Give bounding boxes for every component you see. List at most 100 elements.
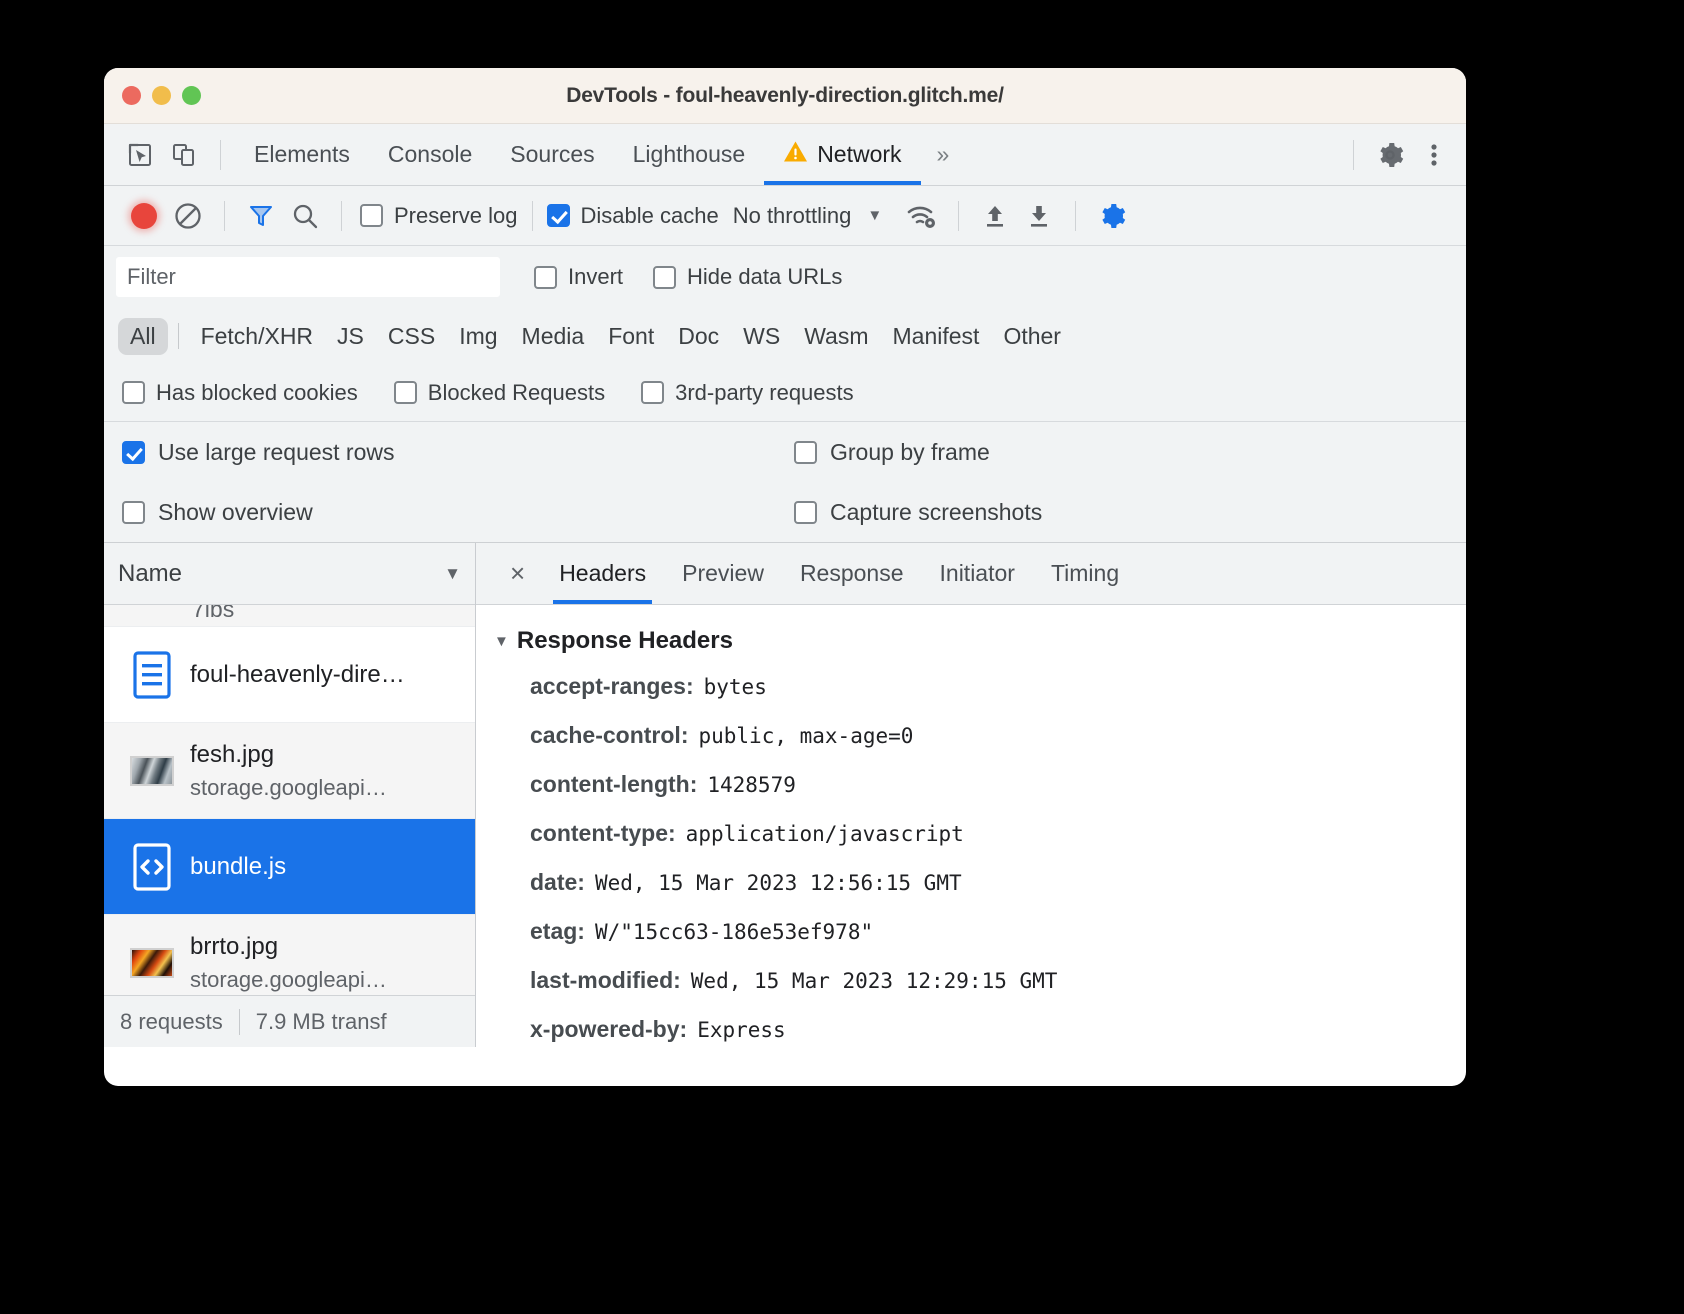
- toolbar-divider-3: [531, 200, 533, 231]
- disable-cache-checkbox[interactable]: Disable cache: [546, 203, 719, 229]
- header-value: Wed, 15 Mar 2023 12:29:15 GMT: [690, 969, 1058, 993]
- hide-data-urls-checkbox[interactable]: Hide data URLs: [653, 264, 842, 290]
- record-icon: [131, 202, 157, 229]
- inspect-element-icon[interactable]: [118, 133, 162, 177]
- header-name: etag:: [530, 918, 585, 944]
- capture-screenshots-checkbox[interactable]: Capture screenshots: [794, 499, 1466, 526]
- header-name: cache-control:: [530, 722, 689, 748]
- header-row-content-type: content-type: application/javascript: [494, 820, 1466, 847]
- triangle-down-icon[interactable]: ▼: [494, 633, 509, 650]
- wifi-settings-icon[interactable]: [900, 194, 944, 238]
- type-filter-other[interactable]: Other: [991, 318, 1073, 355]
- group-by-frame-box: [794, 440, 817, 464]
- header-row-cache-control: cache-control: public, max-age=0: [494, 722, 1466, 749]
- header-name: content-type:: [530, 820, 676, 846]
- upload-icon[interactable]: [973, 194, 1017, 238]
- tab-lighthouse[interactable]: Lighthouse: [614, 124, 765, 185]
- search-icon[interactable]: [283, 194, 327, 238]
- gear-icon[interactable]: [1368, 133, 1412, 177]
- header-value: public, max-age=0: [698, 724, 914, 748]
- capture-screenshots-box: [794, 500, 817, 524]
- request-row-brrto-jpg[interactable]: brrto.jpg storage.googleapi…: [104, 915, 475, 995]
- request-row-bundle-js[interactable]: bundle.js: [104, 819, 475, 915]
- type-filter-wasm[interactable]: Wasm: [792, 318, 880, 355]
- record-button[interactable]: [122, 194, 166, 238]
- network-status-bar: 8 requests 7.9 MB transf: [104, 995, 475, 1047]
- request-list[interactable]: 7lbs foul-heavenly-dire… fesh.jpg storag…: [104, 605, 475, 995]
- header-name: accept-ranges:: [530, 673, 694, 699]
- section-title-label: Response Headers: [516, 627, 733, 654]
- network-settings-gear-icon[interactable]: [1090, 194, 1134, 238]
- filter-icon[interactable]: [239, 194, 283, 238]
- request-list-column-header[interactable]: Name ▼: [104, 543, 475, 605]
- tab-network[interactable]: Network: [764, 124, 921, 185]
- type-filter-all[interactable]: All: [118, 317, 168, 355]
- thumbnail-fesh: [130, 755, 174, 786]
- blocked-requests-box: [393, 381, 417, 404]
- status-divider: [238, 1008, 240, 1035]
- tab-headers[interactable]: Headers: [541, 543, 664, 604]
- request-row-document[interactable]: foul-heavenly-dire…: [104, 627, 475, 723]
- script-icon: [126, 842, 178, 891]
- tab-response[interactable]: Response: [782, 543, 922, 604]
- close-icon[interactable]: ×: [494, 558, 541, 589]
- header-value: W/"15cc63-186e53ef978": [594, 920, 874, 944]
- type-filter-font[interactable]: Font: [596, 318, 666, 355]
- status-transferred: 7.9 MB transf: [255, 1008, 387, 1034]
- show-overview-checkbox[interactable]: Show overview: [122, 499, 794, 526]
- request-row-partial[interactable]: 7lbs: [104, 605, 475, 627]
- header-value: 1428579: [707, 773, 796, 797]
- request-row-fesh-jpg[interactable]: fesh.jpg storage.googleapi…: [104, 723, 475, 819]
- third-party-requests-checkbox[interactable]: 3rd-party requests: [641, 380, 854, 406]
- type-filter-css[interactable]: CSS: [376, 318, 447, 355]
- header-value: application/javascript: [685, 822, 964, 846]
- invert-checkbox[interactable]: Invert: [534, 264, 623, 290]
- thumbnail-brrto: [130, 947, 174, 978]
- group-by-frame-label: Group by frame: [830, 438, 990, 465]
- download-icon[interactable]: [1017, 194, 1061, 238]
- request-detail-pane: × Headers Preview Response Initiator Tim…: [476, 543, 1466, 1047]
- more-tabs-icon[interactable]: »: [921, 141, 966, 168]
- filter-input[interactable]: [116, 257, 500, 297]
- minimize-window-button[interactable]: [152, 86, 171, 105]
- filter-bar: Invert Hide data URLs: [104, 246, 1466, 308]
- devtools-window: DevTools - foul-heavenly-direction.glitc…: [104, 68, 1466, 1086]
- type-filter-ws[interactable]: WS: [731, 318, 792, 355]
- tab-preview[interactable]: Preview: [664, 543, 782, 604]
- third-party-requests-box: [641, 381, 665, 404]
- clear-button[interactable]: [166, 194, 210, 238]
- type-filter-doc[interactable]: Doc: [666, 318, 731, 355]
- sort-caret-icon[interactable]: ▼: [444, 564, 461, 584]
- type-filter-fetch-xhr[interactable]: Fetch/XHR: [189, 318, 325, 355]
- has-blocked-cookies-box: [122, 381, 145, 404]
- type-filter-js[interactable]: JS: [325, 318, 376, 355]
- header-name: content-length:: [530, 771, 698, 797]
- has-blocked-cookies-checkbox[interactable]: Has blocked cookies: [122, 380, 358, 406]
- group-by-frame-checkbox[interactable]: Group by frame: [794, 439, 1466, 466]
- tab-console[interactable]: Console: [369, 124, 491, 185]
- preserve-log-checkbox[interactable]: Preserve log: [360, 203, 518, 229]
- device-toolbar-icon[interactable]: [162, 133, 206, 177]
- header-name: x-powered-by:: [530, 1016, 688, 1042]
- kebab-menu-icon[interactable]: [1412, 133, 1456, 177]
- tab-elements-label: Elements: [254, 141, 350, 167]
- use-large-request-rows-checkbox[interactable]: Use large request rows: [122, 439, 794, 466]
- blocked-requests-checkbox[interactable]: Blocked Requests: [393, 380, 605, 406]
- type-filter-media[interactable]: Media: [510, 318, 597, 355]
- warning-triangle-icon: [783, 140, 808, 169]
- maximize-window-button[interactable]: [182, 86, 201, 105]
- type-filter-img[interactable]: Img: [447, 318, 509, 355]
- disable-cache-box: [546, 204, 570, 227]
- response-headers-section-title[interactable]: ▼ Response Headers: [494, 627, 1466, 655]
- chevron-down-icon[interactable]: ▼: [867, 207, 882, 224]
- request-row-text: foul-heavenly-dire…: [190, 661, 405, 689]
- tab-elements[interactable]: Elements: [235, 124, 369, 185]
- throttling-select[interactable]: No throttling: [733, 203, 852, 229]
- blocked-filter-row: Has blocked cookies Blocked Requests 3rd…: [104, 364, 1466, 422]
- detail-tabbar: × Headers Preview Response Initiator Tim…: [476, 543, 1466, 605]
- tab-timing[interactable]: Timing: [1033, 543, 1137, 604]
- tab-sources[interactable]: Sources: [491, 124, 613, 185]
- type-filter-manifest[interactable]: Manifest: [881, 318, 992, 355]
- close-window-button[interactable]: [122, 86, 141, 105]
- tab-initiator[interactable]: Initiator: [922, 543, 1033, 604]
